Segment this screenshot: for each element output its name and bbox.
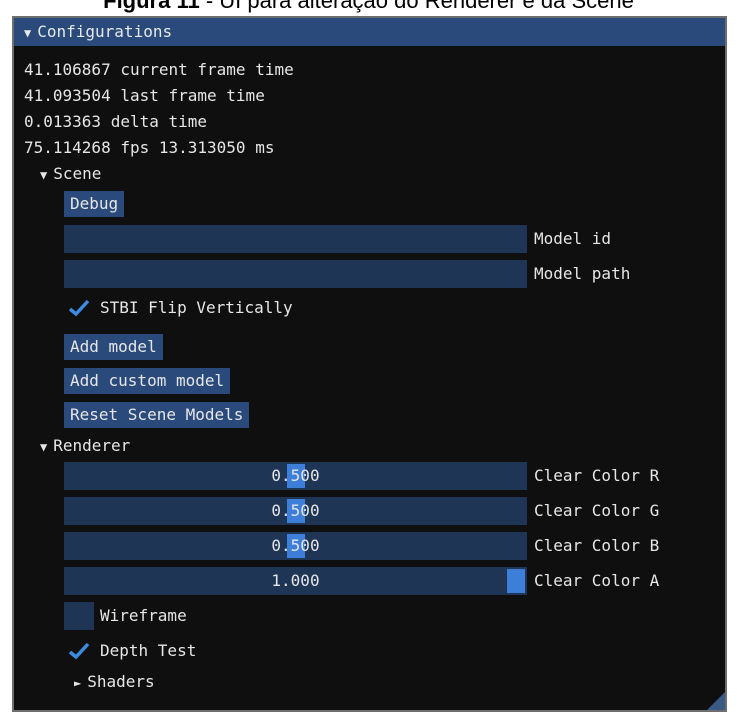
slider-value: 1.000 — [271, 571, 320, 590]
slider-value: 0.500 — [271, 466, 320, 485]
depth-test-label: Depth Test — [100, 641, 197, 660]
clear-color-b-slider[interactable]: 0.500 — [64, 532, 527, 560]
reset-scene-models-button[interactable]: Reset Scene Models — [64, 402, 250, 428]
model-path-label: Model path — [534, 264, 631, 283]
add-custom-model-button[interactable]: Add custom model — [64, 368, 231, 394]
stat-delta-time: 0.013363 delta time — [24, 112, 208, 131]
model-id-label: Model id — [534, 229, 612, 248]
scene-header-label: Scene — [53, 164, 102, 183]
model-id-input[interactable] — [64, 225, 527, 253]
triangle-down-icon[interactable]: ▼ — [24, 19, 31, 47]
scene-tree-node[interactable]: ▼ Scene — [40, 164, 101, 185]
triangle-down-icon: ▼ — [40, 440, 48, 454]
window-title: Configurations — [37, 22, 173, 41]
figure-caption: Figura 11 - UI para alteração do Rendere… — [103, 0, 634, 13]
renderer-tree-node[interactable]: ▼ Renderer — [40, 436, 130, 457]
configurations-window: ▼ Configurations 41.106867 current frame … — [12, 16, 727, 712]
stat-fps: 75.114268 fps 13.313050 ms — [24, 138, 275, 157]
clear-color-r-label: Clear Color R — [534, 466, 660, 485]
model-path-input[interactable] — [64, 260, 527, 288]
wireframe-checkbox[interactable] — [64, 602, 94, 630]
stat-last-frame-time: 41.093504 last frame time — [24, 86, 265, 105]
renderer-header-label: Renderer — [53, 436, 131, 455]
stbi-flip-checkbox[interactable] — [64, 294, 94, 322]
checkmark-icon — [68, 642, 90, 660]
clear-color-a-label: Clear Color A — [534, 571, 660, 590]
window-title-bar[interactable]: ▼ Configurations — [14, 18, 725, 46]
checkmark-icon — [68, 299, 90, 317]
clear-color-b-label: Clear Color B — [534, 536, 660, 555]
clear-color-a-slider[interactable]: 1.000 — [64, 567, 527, 595]
clear-color-r-slider[interactable]: 0.500 — [64, 462, 527, 490]
add-model-button[interactable]: Add model — [64, 334, 163, 360]
shaders-tree-node[interactable]: ► Shaders — [74, 672, 155, 693]
depth-test-checkbox[interactable] — [64, 637, 94, 665]
triangle-right-icon: ► — [74, 676, 82, 690]
wireframe-label: Wireframe — [100, 606, 187, 625]
shaders-label: Shaders — [87, 672, 155, 691]
clear-color-g-slider[interactable]: 0.500 — [64, 497, 527, 525]
slider-value: 0.500 — [271, 536, 320, 555]
triangle-down-icon: ▼ — [40, 168, 48, 182]
slider-value: 0.500 — [271, 501, 320, 520]
stat-current-frame-time: 41.106867 current frame time — [24, 60, 294, 79]
resize-grip[interactable] — [707, 692, 725, 710]
debug-button[interactable]: Debug — [64, 191, 125, 217]
stbi-flip-label: STBI Flip Vertically — [100, 298, 293, 317]
clear-color-g-label: Clear Color G — [534, 501, 660, 520]
